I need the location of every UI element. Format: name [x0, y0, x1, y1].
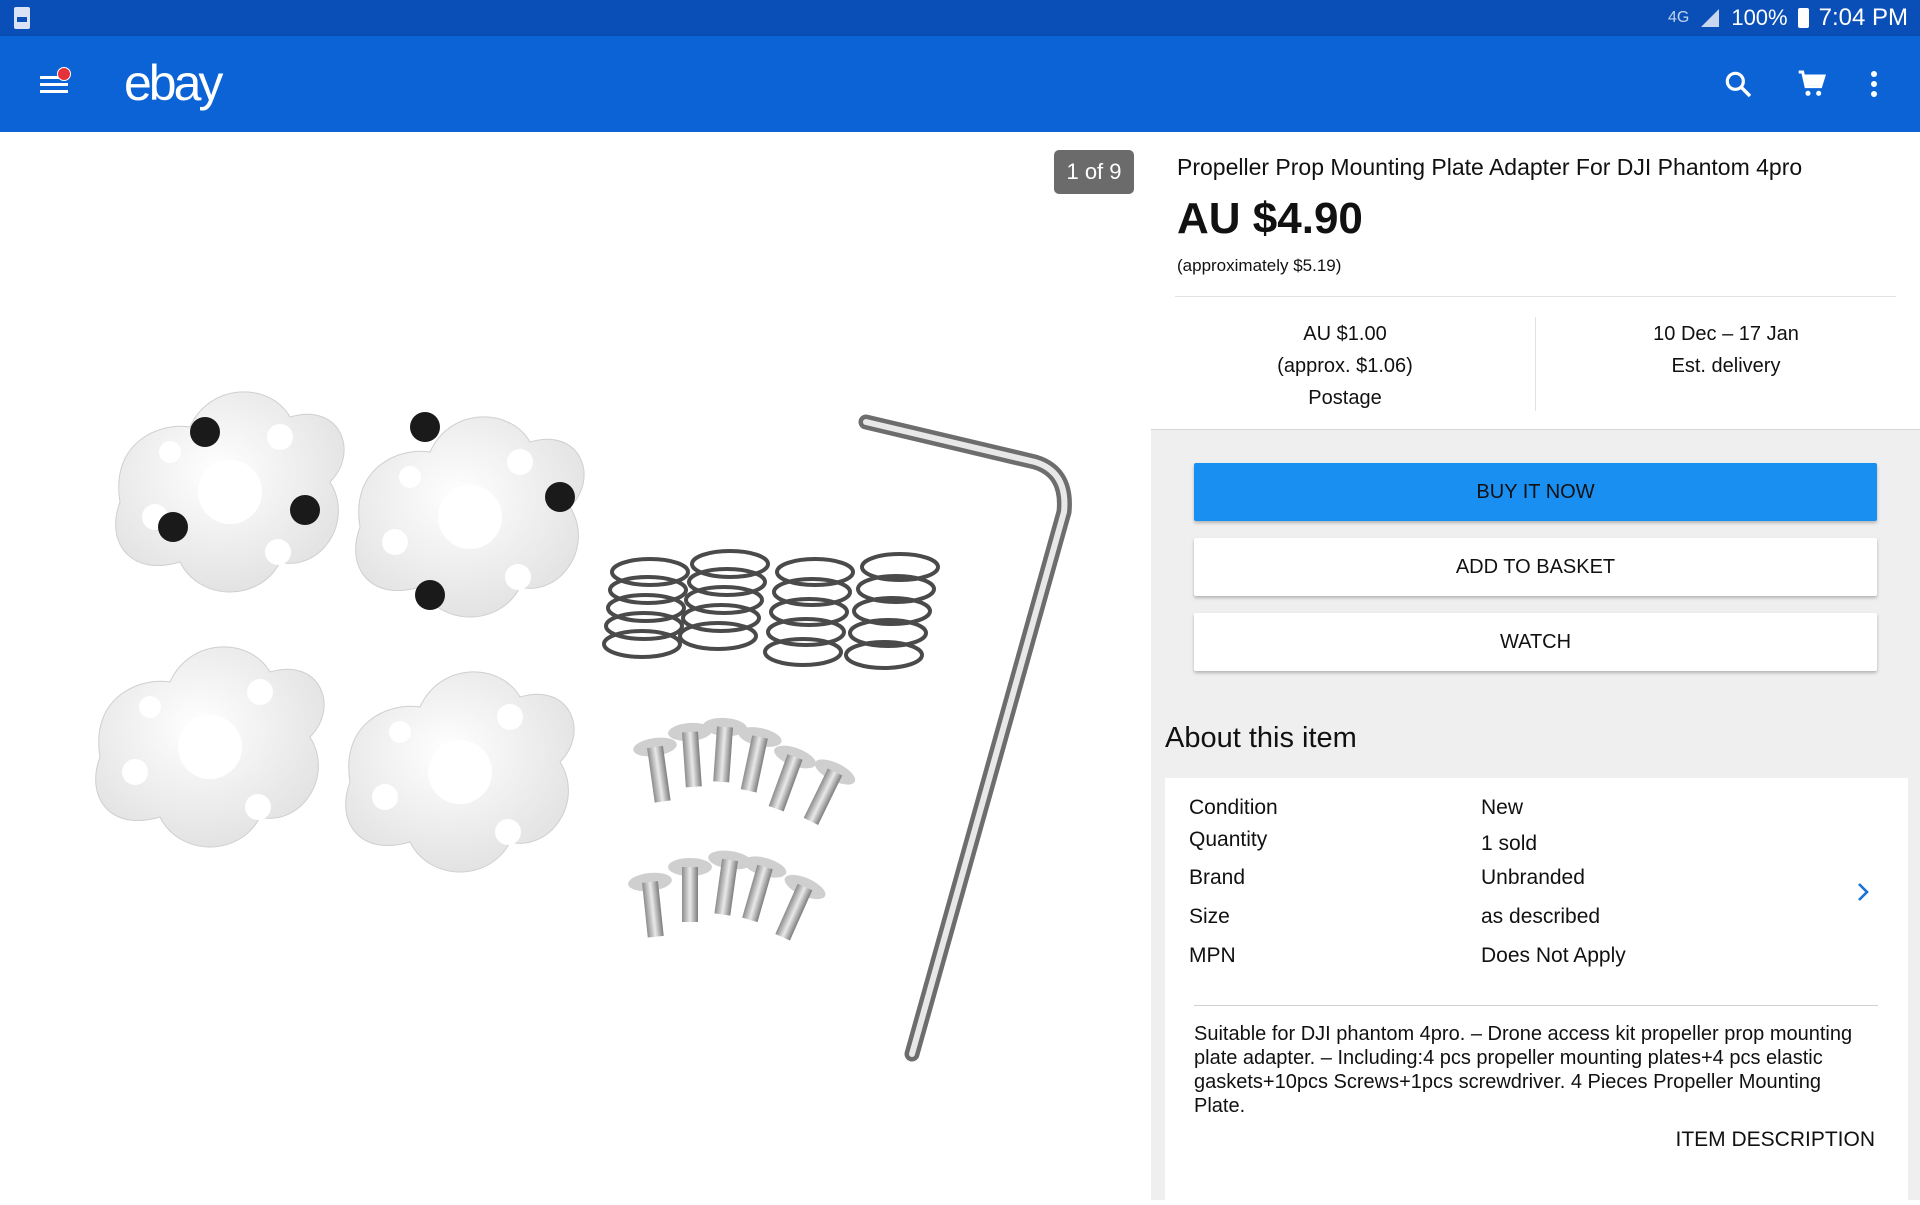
battery-percent: 100%	[1731, 5, 1788, 30]
item-description-link[interactable]: ITEM DESCRIPTION	[1675, 1128, 1875, 1152]
add-to-basket-button[interactable]: ADD TO BASKET	[1194, 538, 1877, 596]
delivery-dates: 10 Dec – 17 Jan	[1653, 323, 1799, 345]
product-image-viewer[interactable]	[0, 132, 1151, 1200]
postage-approx: (approx. $1.06)	[1277, 355, 1413, 377]
item-description-summary: Suitable for DJI phantom 4pro. – Drone a…	[1194, 1023, 1853, 1117]
spec-value: Unbranded	[1481, 866, 1585, 889]
battery-icon	[1797, 8, 1809, 28]
spec-label: MPN	[1189, 944, 1236, 967]
notification-dot	[57, 67, 71, 81]
postage-amount: AU $1.00	[1303, 323, 1387, 345]
cart-icon	[1798, 70, 1826, 96]
network-type-label: 4G	[1667, 9, 1690, 26]
spec-label: Quantity	[1189, 828, 1268, 851]
item-summary: Propeller Prop Mounting Plate Adapter Fo…	[1151, 132, 1920, 430]
chevron-right-icon[interactable]	[1851, 880, 1875, 904]
search-button[interactable]	[1716, 62, 1760, 106]
delivery-label: Est. delivery	[1671, 355, 1781, 377]
clock: 7:04 PM	[1818, 4, 1908, 31]
delivery-info: 10 Dec – 17 Jan Est. delivery	[1536, 318, 1916, 382]
ebay-logo[interactable]: ebay	[124, 54, 223, 112]
product-photo	[95, 391, 1072, 1062]
signal-strength-icon	[1701, 9, 1720, 27]
item-details-panel: Propeller Prop Mounting Plate Adapter Fo…	[1151, 132, 1920, 1200]
spec-label: Size	[1189, 905, 1230, 928]
item-title: Propeller Prop Mounting Plate Adapter Fo…	[1177, 154, 1803, 180]
divider	[1194, 1005, 1878, 1006]
status-bar: 4G 100% 7:04 PM	[0, 0, 1920, 36]
postage-info: AU $1.00 (approx. $1.06) Postage	[1175, 318, 1515, 414]
cart-button[interactable]	[1790, 62, 1834, 106]
spec-value: as described	[1481, 905, 1601, 928]
more-vertical-icon	[1871, 71, 1877, 97]
buy-it-now-button[interactable]: BUY IT NOW	[1194, 463, 1877, 521]
overflow-menu-button[interactable]	[1852, 62, 1896, 106]
spec-value: 1 sold	[1481, 832, 1538, 855]
item-price: AU $4.90	[1177, 194, 1363, 243]
spec-value: New	[1481, 796, 1524, 819]
spec-value: Does Not Apply	[1481, 944, 1626, 967]
menu-button[interactable]	[36, 67, 72, 100]
spec-label: Brand	[1189, 866, 1246, 889]
postage-label: Postage	[1308, 387, 1382, 409]
spec-label: Condition	[1189, 796, 1278, 819]
item-specifics-card[interactable]: Condition New Quantity 1 sold Brand Unbr…	[1165, 778, 1908, 1200]
app-bar: ebay	[0, 36, 1920, 132]
watch-button[interactable]: WATCH	[1194, 613, 1877, 671]
image-counter: 1 of 9	[1054, 150, 1134, 194]
about-heading: About this item	[1165, 722, 1357, 754]
approx-price: (approximately $5.19)	[1177, 256, 1342, 275]
divider	[1175, 296, 1896, 297]
storage-notification-icon	[14, 7, 30, 29]
search-icon	[1725, 71, 1752, 98]
